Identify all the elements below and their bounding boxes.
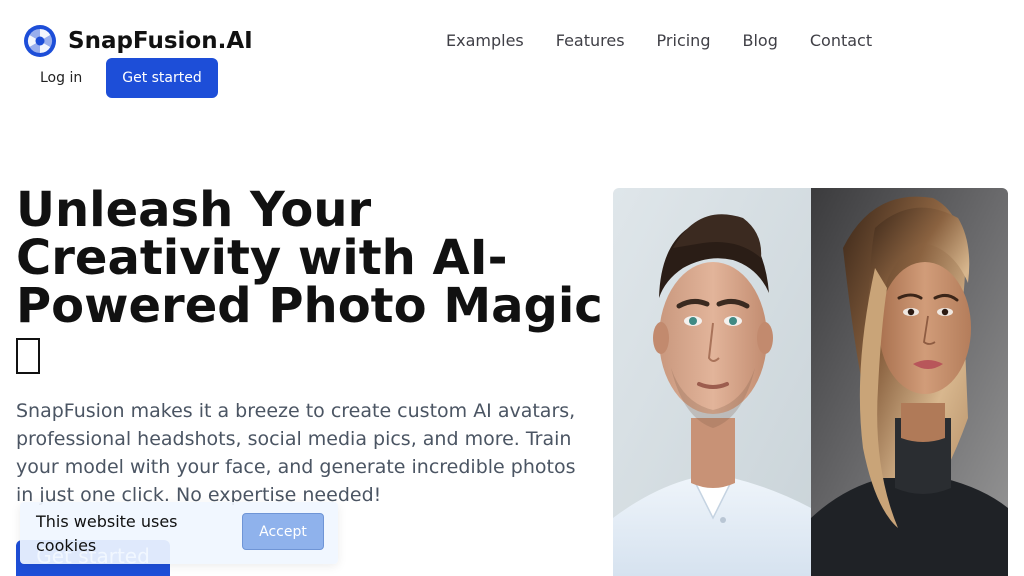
brand-logo[interactable]: SnapFusion.AI — [24, 25, 253, 57]
nav-link-examples[interactable]: Examples — [446, 31, 524, 51]
camera-aperture-icon — [24, 25, 56, 57]
main-nav: Examples Features Pricing Blog Contact — [446, 31, 872, 51]
hero-title: Unleash Your Creativity with AI-Powered … — [16, 186, 606, 382]
brand-name: SnapFusion.AI — [68, 28, 253, 54]
hero-description: SnapFusion makes it a breeze to create c… — [16, 400, 576, 506]
header-get-started-button[interactable]: Get started — [106, 58, 218, 98]
hero-portrait-image — [613, 188, 1008, 576]
hero-title-text: Unleash Your Creativity with AI-Powered … — [16, 182, 603, 334]
portrait-illustration — [613, 188, 1008, 576]
nav-link-contact[interactable]: Contact — [810, 31, 872, 51]
login-link[interactable]: Log in — [40, 69, 82, 87]
cookie-accept-button[interactable]: Accept — [242, 513, 324, 550]
cookie-banner-text: This website uses cookies — [36, 512, 178, 555]
nav-link-blog[interactable]: Blog — [742, 31, 777, 51]
nav-link-pricing[interactable]: Pricing — [657, 31, 711, 51]
nav-link-features[interactable]: Features — [556, 31, 625, 51]
cookie-banner: This website uses cookies Accept — [20, 502, 338, 564]
missing-glyph-icon — [16, 338, 40, 374]
